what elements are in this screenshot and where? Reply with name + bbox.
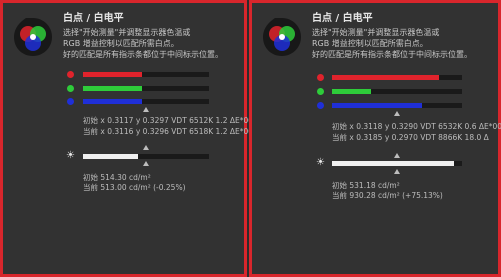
red-channel-dot	[317, 74, 324, 81]
rgb-circles-logo	[14, 18, 52, 56]
blue-channel-dot	[67, 98, 74, 105]
rgb-circles-logo	[263, 18, 301, 56]
instructions: 选择"开始测量"并调整显示器色温或 RGB 增益控制以匹配所需白点。 好的匹配是…	[63, 27, 243, 60]
blue-gain-bar	[83, 99, 209, 104]
instructions-line: RGB 增益控制以匹配所需白点。	[312, 39, 428, 48]
whitepoint-initial: 初始 x 0.3117 y 0.3297 VDT 6512K 1.2 ΔE*00	[83, 116, 254, 125]
luminance-current: 当前 513.00 cd/m² (-0.25%)	[83, 183, 186, 192]
luminance-center-marker-top	[394, 153, 400, 158]
luminance-initial: 初始 514.30 cd/m²	[83, 173, 151, 182]
instructions-line: RGB 增益控制以匹配所需白点。	[63, 39, 179, 48]
green-gain-fill	[83, 86, 143, 91]
red-channel-dot	[67, 71, 74, 78]
blue-gain-fill	[83, 99, 143, 104]
red-gain-bar	[83, 72, 209, 77]
instructions-line: 好的匹配是所有指示条都位于中间标示位置。	[63, 50, 223, 59]
whitepoint-initial: 初始 x 0.3118 y 0.3290 VDT 6532K 0.6 ΔE*00	[332, 122, 501, 131]
sun-icon: ☀	[316, 157, 325, 168]
green-channel-dot	[317, 88, 324, 95]
calibration-panel-after: 白点 / 白电平 选择"开始测量"并调整显示器色温或 RGB 增益控制以匹配所需…	[249, 0, 501, 277]
luminance-center-marker-top	[143, 145, 149, 150]
green-channel-dot	[67, 85, 74, 92]
panel-title: 白点 / 白电平	[63, 13, 124, 24]
sun-icon: ☀	[66, 150, 75, 161]
whitepoint-current: 当前 x 0.3116 y 0.3296 VDT 6518K 1.2 ΔE*00	[83, 127, 254, 136]
instructions-line: 好的匹配是所有指示条都位于中间标示位置。	[312, 50, 472, 59]
luminance-fill	[83, 154, 139, 159]
green-gain-bar	[332, 89, 462, 94]
instructions-line: 选择"开始测量"并调整显示器色温或	[312, 28, 440, 37]
luminance-current: 当前 930.28 cd/m² (+75.13%)	[332, 191, 443, 200]
rgb-center-marker	[394, 111, 400, 116]
panel-title: 白点 / 白电平	[312, 13, 373, 24]
red-gain-fill	[83, 72, 143, 77]
whitepoint-current: 当前 x 0.3185 y 0.2970 VDT 8866K 18.0 Δ	[332, 133, 489, 142]
green-gain-fill	[332, 89, 371, 94]
blue-gain-fill	[332, 103, 422, 108]
instructions-line: 选择"开始测量"并调整显示器色温或	[63, 28, 191, 37]
red-gain-bar	[332, 75, 462, 80]
calibration-panel-before: 白点 / 白电平 选择"开始测量"并调整显示器色温或 RGB 增益控制以匹配所需…	[0, 0, 253, 277]
red-gain-fill	[332, 75, 439, 80]
instructions: 选择"开始测量"并调整显示器色温或 RGB 增益控制以匹配所需白点。 好的匹配是…	[312, 27, 492, 60]
green-gain-bar	[83, 86, 209, 91]
luminance-bar	[83, 154, 209, 159]
blue-gain-bar	[332, 103, 462, 108]
luminance-center-marker-bottom	[143, 161, 149, 166]
luminance-initial: 初始 531.18 cd/m²	[332, 181, 400, 190]
rgb-center-marker	[143, 107, 149, 112]
luminance-bar	[332, 161, 462, 166]
luminance-center-marker-bottom	[394, 169, 400, 174]
luminance-fill	[332, 161, 455, 166]
blue-channel-dot	[317, 102, 324, 109]
